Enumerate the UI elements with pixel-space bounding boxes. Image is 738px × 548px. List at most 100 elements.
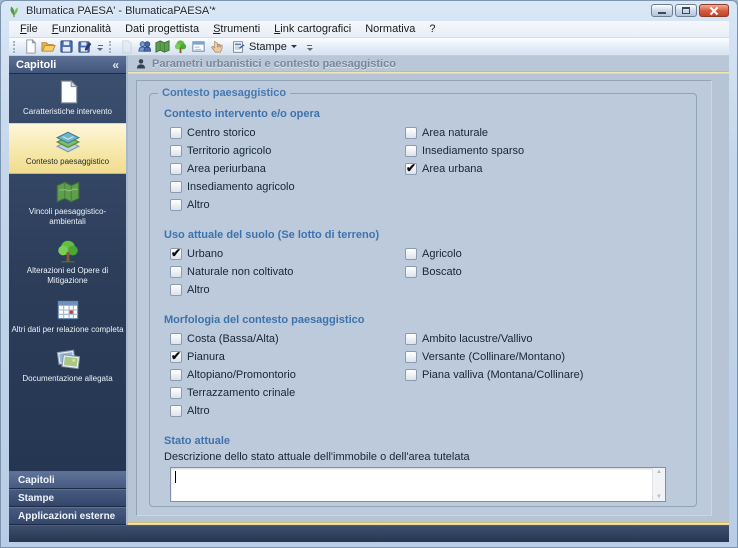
menu-file[interactable]: File [13, 22, 45, 36]
green-map-icon[interactable] [153, 39, 171, 55]
checkbox-icon[interactable] [405, 351, 417, 363]
checkbox-icon[interactable] [170, 284, 182, 296]
checkbox-boscato[interactable]: Boscato [405, 266, 462, 278]
checkbox-icon[interactable] [405, 145, 417, 157]
checkbox-pianura[interactable]: Pianura [170, 349, 225, 363]
stampe-button[interactable]: Stampe [225, 39, 303, 55]
checkbox-centro-storico[interactable]: Centro storico [170, 127, 255, 139]
checkbox-label: Urbano [187, 248, 224, 260]
checkbox-ambito-lacustre-vallivo[interactable]: Ambito lacustre/Vallivo [405, 333, 532, 345]
checkbox-icon[interactable] [170, 163, 182, 175]
sidebar-item-contesto-paesaggistico[interactable]: Contesto paesaggistico [9, 123, 126, 174]
stato-attuale-textarea[interactable]: ▲ ▼ [170, 467, 666, 502]
maximize-icon [682, 7, 690, 14]
toolbar-overflow-icon[interactable] [95, 40, 105, 54]
checkbox-area-naturale[interactable]: Area naturale [405, 127, 488, 139]
checkbox-naturale-non-coltivato[interactable]: Naturale non coltivato [170, 266, 293, 278]
toolbar-overflow-icon[interactable] [305, 40, 315, 54]
person-icon [136, 58, 146, 68]
map-layers-icon [55, 129, 81, 155]
checkbox-icon[interactable] [170, 333, 182, 345]
nav-band-applicazioni-esterne[interactable]: Applicazioni esterne [9, 507, 126, 525]
checkbox-area-periurbana[interactable]: Area periurbana [170, 163, 266, 175]
nav-band-capitoli[interactable]: Capitoli [9, 471, 126, 489]
nav-band-stampe[interactable]: Stampe [9, 489, 126, 507]
checkbox-icon[interactable] [170, 199, 182, 211]
menu-normativa[interactable]: Normativa [358, 22, 422, 36]
checkbox-label: Terrazzamento crinale [187, 387, 296, 399]
checkbox-icon[interactable] [170, 266, 182, 278]
checkbox-icon[interactable] [170, 145, 182, 157]
sidebar-item-alterazioni-opere-mitigazione[interactable]: Alterazioni ed Opere di Mitigazione [9, 233, 126, 292]
menu-strumenti[interactable]: Strumenti [206, 22, 267, 36]
collapse-chevron-icon[interactable]: « [112, 58, 119, 72]
checkbox-icon[interactable] [170, 181, 182, 193]
sidebar-item-documentazione-allegata[interactable]: Documentazione allegata [9, 341, 126, 390]
checkbox-icon[interactable] [170, 369, 182, 381]
checkbox-altro-uso[interactable]: Altro [170, 284, 210, 296]
checkbox-label: Naturale non coltivato [187, 266, 294, 278]
window-controls [651, 4, 729, 17]
checkbox-icon[interactable] [405, 266, 417, 278]
checkbox-row: Centro storico Area naturale [170, 124, 690, 142]
checkbox-label: Versante (Collinare/Montano) [422, 351, 566, 363]
checkbox-icon[interactable] [405, 161, 417, 175]
new-document-icon[interactable] [21, 39, 39, 55]
scroll-down-icon[interactable]: ▼ [656, 494, 662, 500]
checkbox-icon[interactable] [170, 405, 182, 417]
save-icon[interactable] [57, 39, 75, 55]
tree-icon[interactable] [171, 39, 189, 55]
menu-help[interactable]: ? [422, 22, 442, 36]
save-as-icon[interactable] [75, 39, 93, 55]
open-folder-icon[interactable] [39, 39, 57, 55]
checkbox-altopiano-promontorio[interactable]: Altopiano/Promontorio [170, 369, 296, 381]
checkbox-area-urbana[interactable]: Area urbana [405, 161, 483, 175]
checkbox-label: Area periurbana [187, 163, 266, 175]
minimize-button[interactable] [651, 4, 673, 17]
checkbox-icon[interactable] [170, 246, 182, 260]
checkbox-altro-morfologia[interactable]: Altro [170, 405, 210, 417]
menu-link-cartografici[interactable]: Link cartografici [267, 22, 358, 36]
checkbox-icon[interactable] [170, 127, 182, 139]
checkbox-agricolo[interactable]: Agricolo [405, 248, 462, 260]
checkbox-territorio-agricolo[interactable]: Territorio agricolo [170, 145, 271, 157]
textarea-scrollbar[interactable]: ▲ ▼ [652, 468, 665, 501]
checkbox-icon[interactable] [170, 349, 182, 363]
checkbox-insediamento-agricolo[interactable]: Insediamento agricolo [170, 181, 295, 193]
menu-dati-progettista[interactable]: Dati progettista [118, 22, 206, 36]
hand-icon[interactable] [207, 39, 225, 55]
checkbox-costa[interactable]: Costa (Bassa/Alta) [170, 333, 279, 345]
checkbox-label: Costa (Bassa/Alta) [187, 333, 279, 345]
menu-funzionalita[interactable]: Funzionalità [45, 22, 118, 36]
checkbox-row: Costa (Bassa/Alta) Ambito lacustre/Valli… [170, 330, 690, 348]
maximize-button[interactable] [675, 4, 697, 17]
checkbox-icon[interactable] [405, 127, 417, 139]
title-bar[interactable]: Blumatica PAESA' - BlumaticaPAESA'* [1, 1, 737, 21]
sidebar-item-caratteristiche-intervento[interactable]: Caratteristiche intervento [9, 74, 126, 123]
form-window-icon[interactable] [189, 39, 207, 55]
scroll-up-icon[interactable]: ▲ [656, 469, 662, 475]
checkbox-label: Pianura [187, 351, 225, 363]
sidebar-item-vincoli-paesaggistico-ambientali[interactable]: Vincoli paesaggistico-ambientali [9, 174, 126, 233]
checkbox-row: Altro [170, 402, 690, 420]
toolbar-grip[interactable] [109, 40, 114, 53]
checkbox-piana-valliva[interactable]: Piana valliva (Montana/Collinare) [405, 369, 583, 381]
close-button[interactable] [699, 4, 729, 17]
checkbox-altro-contesto[interactable]: Altro [170, 199, 210, 211]
text-caret [175, 471, 176, 483]
checkbox-icon[interactable] [405, 369, 417, 381]
close-icon [710, 7, 718, 15]
checkbox-terrazzamento-crinale[interactable]: Terrazzamento crinale [170, 387, 295, 399]
checkbox-icon[interactable] [405, 248, 417, 260]
checkbox-urbano[interactable]: Urbano [170, 246, 224, 260]
menu-bar: File Funzionalità Dati progettista Strum… [9, 21, 729, 38]
checkbox-icon[interactable] [170, 387, 182, 399]
checkbox-insediamento-sparso[interactable]: Insediamento sparso [405, 145, 524, 157]
window-body: Capitoli « Caratteristiche intervento Co… [9, 56, 729, 525]
users-icon[interactable] [135, 39, 153, 55]
sidebar-item-altri-dati-relazione[interactable]: Altri dati per relazione completa [9, 292, 126, 341]
sidebar-item-label: Vincoli paesaggistico-ambientali [28, 207, 107, 226]
checkbox-icon[interactable] [405, 333, 417, 345]
toolbar-grip[interactable] [13, 40, 18, 53]
checkbox-versante[interactable]: Versante (Collinare/Montano) [405, 351, 565, 363]
